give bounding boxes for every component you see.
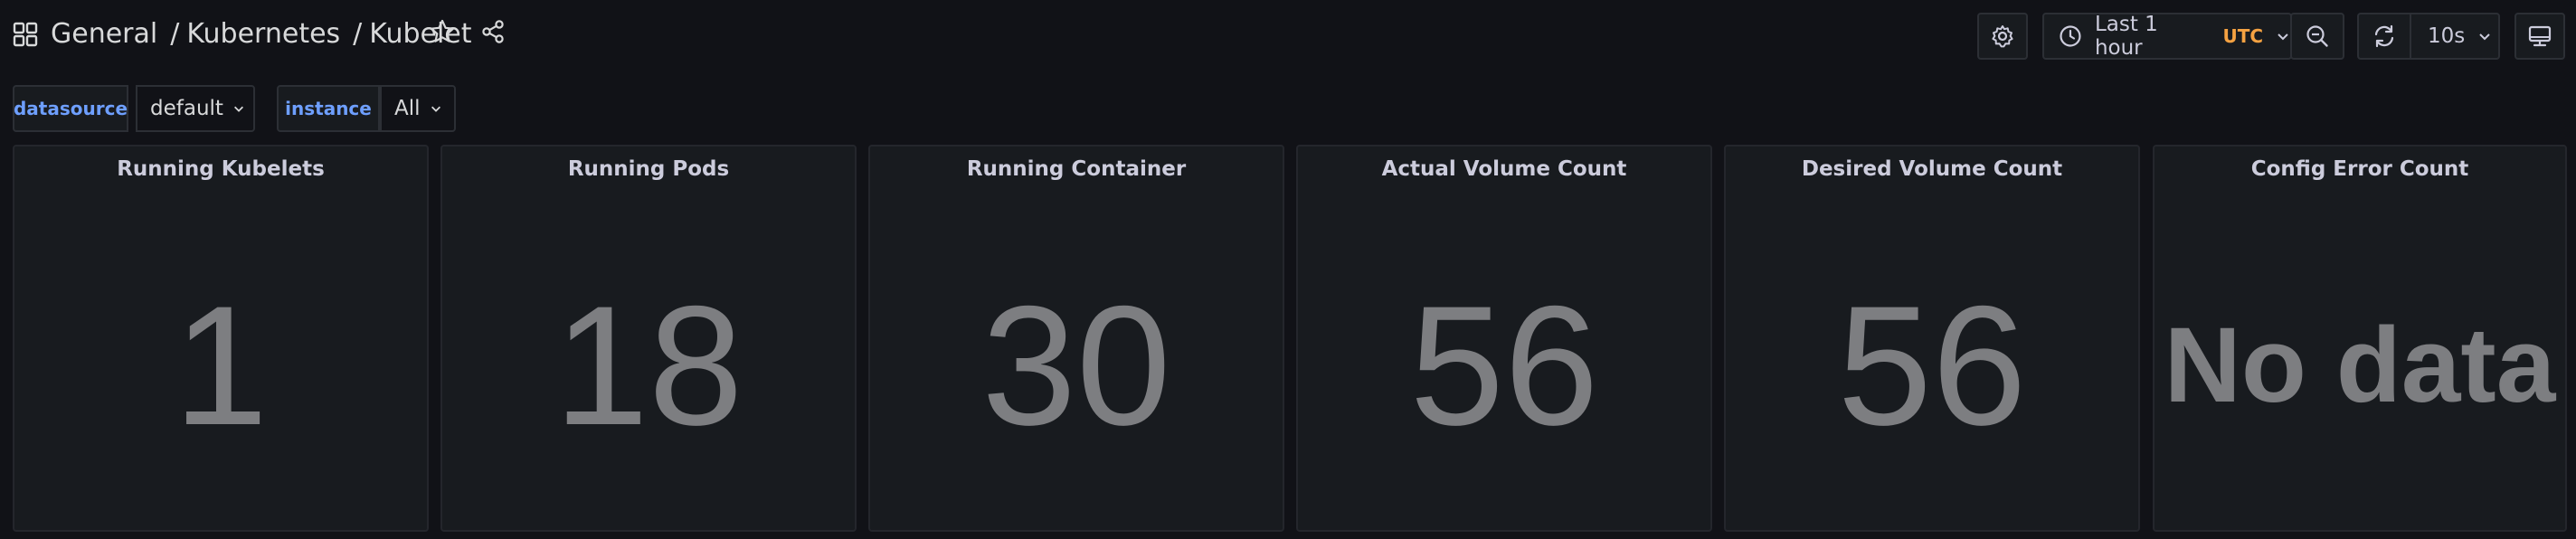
datasource-variable-value: default	[150, 97, 223, 120]
share-icon[interactable]	[479, 18, 507, 45]
breadcrumb-section[interactable]: Kubernetes	[186, 18, 340, 50]
stat-value: 30	[981, 270, 1171, 460]
breadcrumb: General / Kubernetes / Kubelet	[51, 16, 472, 52]
time-range-label: Last 1 hour	[2094, 13, 2158, 60]
panel-title[interactable]: Config Error Count	[2155, 157, 2565, 181]
datasource-variable-label: datasource	[13, 85, 128, 132]
stat-panel-running-kubelets[interactable]: Running Kubelets 1	[13, 145, 429, 532]
panel-title[interactable]: Actual Volume Count	[1298, 157, 1710, 181]
instance-variable-select[interactable]: All	[380, 85, 456, 132]
stat-value: 56	[1409, 270, 1599, 460]
dashboard-settings-button[interactable]	[1977, 13, 2028, 60]
refresh-interval-label: 10s	[2428, 24, 2466, 48]
dashboard-navbar: General / Kubernetes / Kubelet Last 1 hour U…	[0, 0, 2576, 74]
stat-panel-running-pods[interactable]: Running Pods 18	[440, 145, 857, 532]
clock-icon	[2060, 25, 2081, 47]
datasource-variable-select[interactable]: default	[136, 85, 255, 132]
refresh-button[interactable]	[2357, 13, 2411, 60]
stat-value: 1	[173, 270, 269, 460]
apps-icon[interactable]	[13, 22, 38, 47]
zoom-out-button[interactable]	[2290, 13, 2344, 60]
gear-icon	[1992, 25, 2013, 48]
stat-panel-actual-volume-count[interactable]: Actual Volume Count 56	[1296, 145, 1712, 532]
panel-title[interactable]: Desired Volume Count	[1726, 157, 2138, 181]
zoom-out-icon	[2306, 25, 2328, 47]
stat-panel-desired-volume-count[interactable]: Desired Volume Count 56	[1724, 145, 2140, 532]
panel-title[interactable]: Running Container	[870, 157, 1283, 181]
breadcrumb-separator: /	[170, 18, 180, 50]
stat-panel-running-container[interactable]: Running Container 30	[868, 145, 1284, 532]
stat-value: 18	[554, 270, 743, 460]
panel-title[interactable]: Running Pods	[442, 157, 855, 181]
breadcrumb-separator: /	[353, 18, 363, 50]
cycle-view-mode-button[interactable]	[2514, 13, 2565, 60]
refresh-interval-picker[interactable]: 10s	[2410, 13, 2500, 60]
chevron-down-icon	[431, 106, 440, 112]
time-range-picker[interactable]: Last 1 hour UTC	[2042, 13, 2292, 60]
no-data-message: No data	[2164, 306, 2556, 425]
refresh-icon	[2374, 24, 2394, 48]
chevron-down-icon	[2278, 33, 2288, 41]
panel-title[interactable]: Running Kubelets	[14, 157, 427, 181]
instance-variable-label: instance	[277, 85, 380, 132]
stat-value: 56	[1837, 270, 2027, 460]
chevron-down-icon	[2479, 33, 2490, 41]
stat-panel-config-error-count[interactable]: Config Error Count No data	[2153, 145, 2567, 532]
tv-icon	[2528, 25, 2552, 47]
chevron-down-icon	[233, 106, 243, 112]
instance-variable-value: All	[394, 97, 421, 120]
breadcrumb-folder[interactable]: General	[51, 18, 157, 50]
star-icon[interactable]	[429, 18, 456, 45]
timezone-label: UTC	[2222, 25, 2264, 47]
breadcrumb-dashboard-title[interactable]: Kubelet	[369, 18, 471, 50]
